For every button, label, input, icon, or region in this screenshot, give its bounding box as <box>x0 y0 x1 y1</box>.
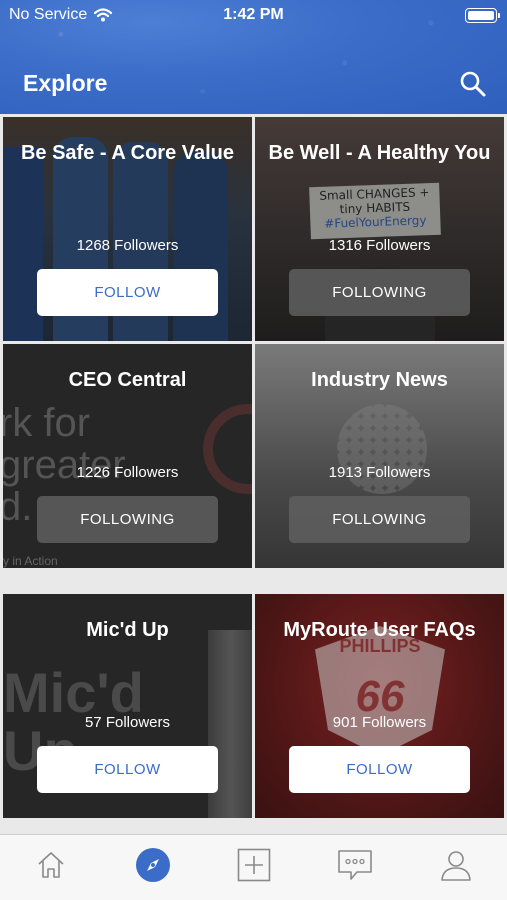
battery-icon <box>465 8 500 23</box>
follower-count: 1226 Followers <box>76 464 179 481</box>
messages-icon[interactable] <box>337 847 373 883</box>
follower-count: 1316 Followers <box>328 237 431 254</box>
follow-button[interactable]: FOLLOW <box>289 746 470 793</box>
follower-count: 901 Followers <box>332 714 427 731</box>
status-time: 1:42 PM <box>223 6 284 23</box>
channel-name: Industry News <box>311 369 448 391</box>
add-post-icon[interactable] <box>236 847 272 883</box>
channel-name: Be Safe - A Core Value <box>20 142 235 164</box>
following-button[interactable]: FOLLOWING <box>289 496 470 543</box>
status-bar: No Service 1:42 PM <box>0 6 507 26</box>
channel-tile[interactable]: Mic'd Up Mic'd Up 57 Followers FOLLOW <box>3 594 252 818</box>
channel-tile[interactable]: Small CHANGES + tiny HABITS #FuelYourEne… <box>255 117 504 341</box>
home-icon[interactable] <box>33 847 69 883</box>
channel-tile[interactable]: Industry News 1913 Followers FOLLOWING <box>255 344 504 568</box>
page-title: Explore <box>23 70 108 96</box>
following-button[interactable]: FOLLOWING <box>37 496 218 543</box>
follower-count: 1268 Followers <box>76 237 179 254</box>
follower-count: 1913 Followers <box>328 464 431 481</box>
app-header: No Service 1:42 PM Explore <box>0 0 507 114</box>
channel-tile[interactable]: rk for greater d. y in Action CEO Centra… <box>3 344 252 568</box>
profile-icon[interactable] <box>438 847 474 883</box>
channel-grid: Be Safe - A Core Value 1268 Followers FO… <box>0 114 507 834</box>
background-text: y in Action <box>3 554 58 568</box>
channel-name: CEO Central <box>68 369 187 391</box>
search-icon[interactable] <box>459 70 487 98</box>
channel-tile[interactable]: PHILLIPS 66 MyRoute User FAQs 901 Follow… <box>255 594 504 818</box>
channel-tile[interactable]: Be Safe - A Core Value 1268 Followers FO… <box>3 117 252 341</box>
follow-button[interactable]: FOLLOW <box>37 746 218 793</box>
channel-name: Be Well - A Healthy You <box>268 142 491 164</box>
background-text: rk for <box>3 401 91 445</box>
channel-name: MyRoute User FAQs <box>283 619 476 641</box>
follower-count: 57 Followers <box>84 714 171 731</box>
tab-bar <box>0 834 507 900</box>
channel-name: Mic'd Up <box>86 619 169 641</box>
following-button[interactable]: FOLLOWING <box>289 269 470 316</box>
follow-button[interactable]: FOLLOW <box>37 269 218 316</box>
explore-compass-icon[interactable] <box>135 847 171 883</box>
